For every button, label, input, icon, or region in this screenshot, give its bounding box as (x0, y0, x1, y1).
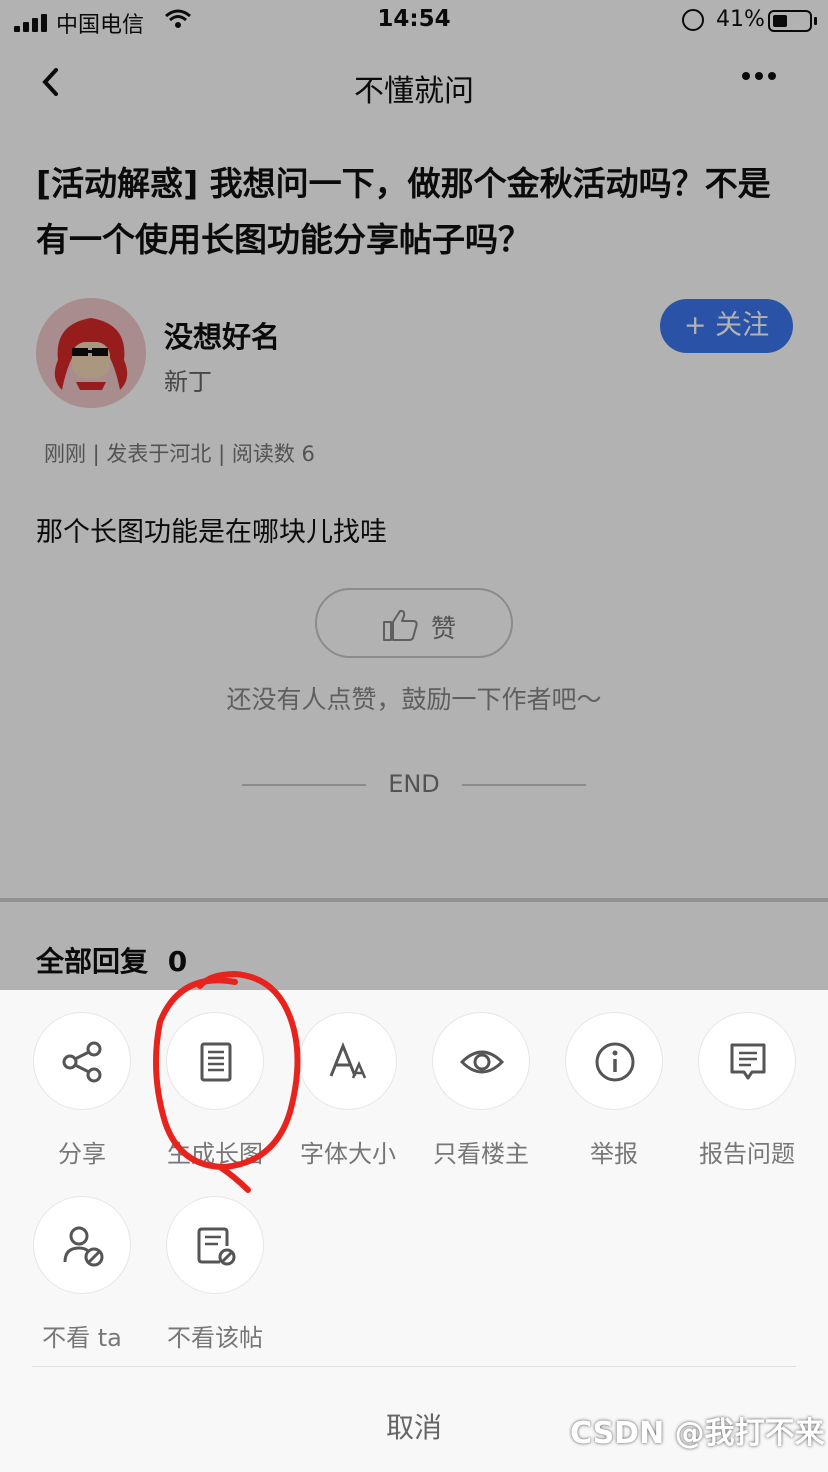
action-label: 不看 ta (42, 1324, 122, 1352)
action-label: 只看楼主 (433, 1140, 529, 1168)
watermark: CSDN @我打不来 (570, 1416, 825, 1451)
report-icon (730, 1043, 766, 1080)
block-post-action[interactable]: 不看该帖 (155, 1196, 275, 1353)
author-only-action[interactable]: 只看楼主 (421, 1012, 541, 1169)
action-label: 分享 (58, 1140, 106, 1168)
dim-overlay[interactable] (0, 0, 828, 990)
action-label: 报告问题 (699, 1140, 795, 1168)
block-user-action[interactable]: 不看 ta (22, 1196, 142, 1353)
action-sheet: 分享 生成长图 字体大小 只看楼主 举报 报告问题 不看 ta 不看该帖 取消 … (0, 990, 828, 1472)
post-detail-page: 中国电信 14:54 41% 不懂就问 [活动解惑] 我想问一下，做那个金秋活动… (0, 0, 828, 1472)
report-action[interactable]: 举报 (554, 1012, 674, 1169)
report-problem-action[interactable]: 报告问题 (687, 1012, 807, 1169)
info-icon (595, 1042, 635, 1082)
eye-icon (460, 1050, 504, 1074)
red-circle-annotation (153, 970, 301, 1193)
share-icon (62, 1041, 102, 1083)
block-user-icon (63, 1226, 104, 1267)
block-post-icon (197, 1227, 236, 1266)
font-size-icon (329, 1041, 367, 1079)
action-label: 举报 (590, 1140, 638, 1168)
share-action[interactable]: 分享 (22, 1012, 142, 1169)
action-label: 不看该帖 (167, 1324, 263, 1352)
